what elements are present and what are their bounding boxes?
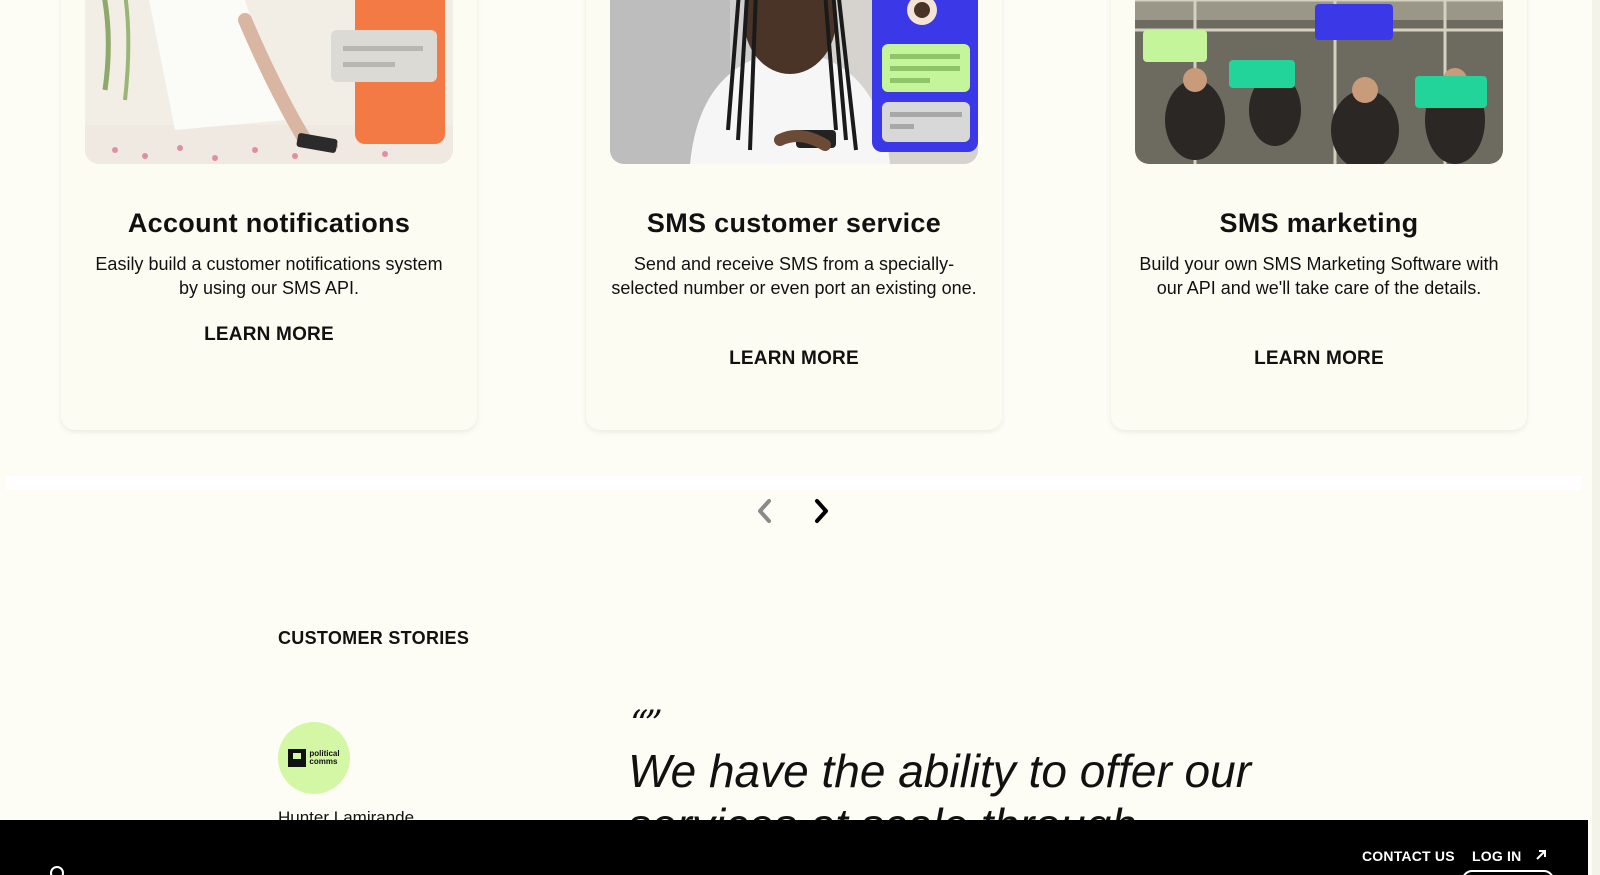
section-label-customer-stories: CUSTOMER STORIES xyxy=(278,628,470,648)
card-sms-marketing: SMS marketing Build your own SMS Marketi… xyxy=(1111,0,1527,430)
card-image-marketing xyxy=(1135,0,1503,164)
card-title: SMS marketing xyxy=(1219,208,1419,238)
carousel-prev-button[interactable] xyxy=(752,498,778,524)
political-comms-logo-icon xyxy=(288,749,307,767)
card-title: Account notifications xyxy=(127,208,411,238)
logo-text-line2: comms xyxy=(309,757,338,766)
log-in-label: LOG IN xyxy=(1472,848,1522,864)
card-title: SMS customer service xyxy=(646,208,942,238)
quote-mark-icon: “” xyxy=(630,704,663,745)
chevron-left-icon xyxy=(758,499,771,523)
card-description: Send and receive SMS from a specially-se… xyxy=(611,254,977,298)
sticky-footer-bar xyxy=(0,820,1588,875)
card-description: Build your own SMS Marketing Software wi… xyxy=(1139,254,1499,298)
arrow-up-right-icon xyxy=(1535,850,1546,860)
footer-cta-button[interactable] xyxy=(1462,870,1554,875)
brand-logo-icon[interactable] xyxy=(50,866,64,875)
learn-more-link[interactable]: LEARN MORE xyxy=(1111,348,1527,370)
card-description: Easily build a customer notifications sy… xyxy=(95,254,443,298)
learn-more-link[interactable]: LEARN MORE xyxy=(61,324,477,346)
carousel-progress-track xyxy=(6,476,1582,490)
card-account-notifications: Account notifications Easily build a cus… xyxy=(61,0,477,430)
log-in-link[interactable]: LOG IN xyxy=(1472,848,1548,864)
chevron-right-icon xyxy=(815,499,828,523)
customer-logo: political comms xyxy=(278,722,350,794)
card-image-customer-service xyxy=(610,0,978,164)
card-sms-customer-service: SMS customer service Send and receive SM… xyxy=(586,0,1002,430)
use-case-carousel: Account notifications Easily build a cus… xyxy=(0,0,1600,430)
carousel-next-button[interactable] xyxy=(808,498,834,524)
contact-us-link[interactable]: CONTACT US xyxy=(1362,848,1455,864)
learn-more-link[interactable]: LEARN MORE xyxy=(586,348,1002,370)
card-image-notifications xyxy=(85,0,453,164)
